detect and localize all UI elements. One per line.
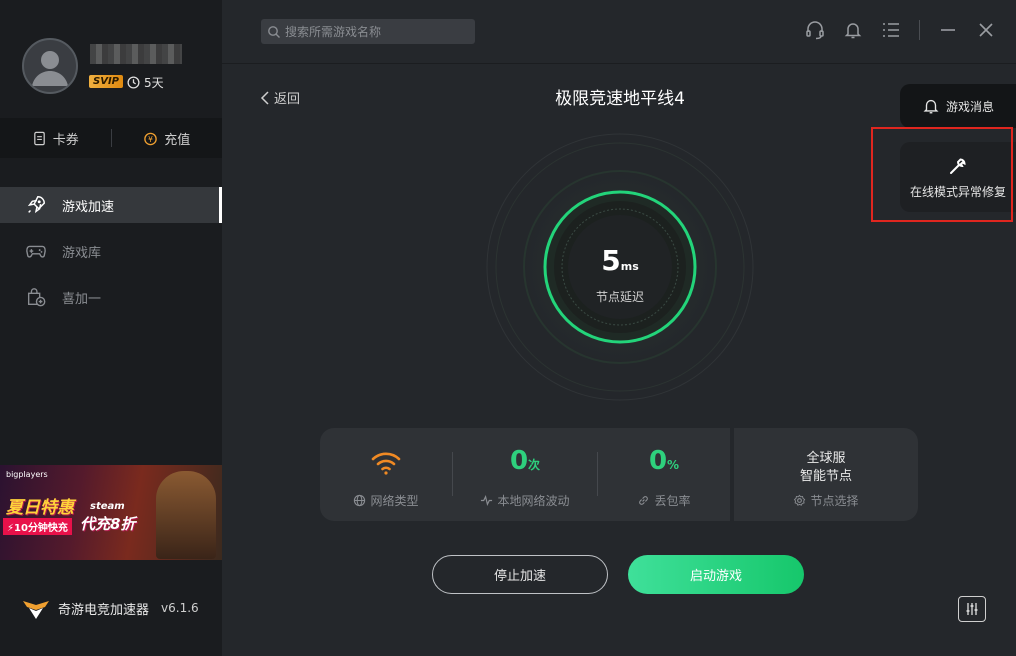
sidebar-item-label: 喜加一 [62, 291, 102, 307]
stat-fluctuation: 0次 本地网络波动 [453, 428, 597, 521]
game-messages-label: 游戏消息 [945, 99, 994, 114]
rocket-icon [27, 196, 45, 214]
launch-game-button[interactable]: 启动游戏 [628, 555, 804, 594]
coupon-icon [33, 131, 45, 145]
app-brand: 奇游电竞加速器 v6.1.6 [22, 596, 199, 620]
header-divider [222, 63, 1016, 64]
banner-tag: ⚡10分钟快充 [3, 518, 72, 535]
loss-unit: % [667, 458, 680, 472]
settings-gear-icon [794, 494, 806, 506]
search-input[interactable] [285, 24, 465, 39]
link-icon [639, 496, 649, 505]
sidebar-item-label: 游戏加速 [62, 199, 115, 215]
loss-label: 丢包率 [654, 494, 691, 508]
banner-offer: 代充8折 [80, 515, 136, 533]
banner-platform: steam [90, 501, 125, 512]
sidebar: SVIP 5天 卡券 ¥ 充值 游戏加速 游戏库 喜加一 bigplayers [0, 0, 222, 656]
recharge-label: 充值 [164, 132, 191, 148]
gift-bag-icon [27, 288, 46, 307]
game-messages-tab[interactable]: 游戏消息 [900, 84, 1016, 128]
coupon-label: 卡券 [52, 132, 79, 148]
search-box[interactable] [261, 19, 475, 44]
back-button[interactable]: 返回 [260, 88, 300, 107]
wifi-icon [371, 452, 401, 475]
username-redacted [90, 44, 182, 64]
recharge-coin-icon: ¥ [144, 132, 158, 145]
notification-button[interactable] [843, 20, 863, 40]
user-avatar-icon [32, 51, 68, 86]
globe-icon [354, 494, 366, 507]
network-stats-panel: 网络类型 0次 本地网络波动 0% 丢包率 [320, 428, 730, 521]
search-icon [268, 25, 280, 38]
support-button[interactable] [805, 20, 825, 40]
banner-brand: bigplayers [6, 470, 48, 479]
coupon-button[interactable]: 卡券 [0, 129, 111, 148]
banner-headline: 夏日特惠 [6, 498, 74, 518]
bell-icon [923, 99, 939, 114]
svg-text:¥: ¥ [148, 134, 153, 143]
close-icon [979, 23, 993, 37]
stat-node: 全球服 智能节点 节点选择 [734, 428, 918, 521]
menu-button[interactable] [881, 20, 901, 40]
ping-readout: 5ms [560, 244, 680, 277]
avatar[interactable] [22, 38, 78, 94]
app-logo-icon [23, 601, 49, 619]
minimize-button[interactable] [938, 20, 958, 40]
close-button[interactable] [976, 20, 996, 40]
back-label: 返回 [274, 92, 301, 107]
recharge-button[interactable]: ¥ 充值 [112, 129, 223, 148]
window-toolbar [805, 20, 996, 40]
stat-packet-loss: 0% 丢包率 [598, 428, 730, 521]
advanced-settings-button[interactable] [958, 596, 986, 622]
stat-network-type: 网络类型 [320, 428, 452, 521]
loss-value: 0 [648, 446, 668, 476]
list-menu-icon [883, 23, 899, 37]
headset-icon [806, 21, 824, 40]
sidebar-item-game-boost[interactable]: 游戏加速 [0, 187, 222, 223]
app-version: v6.1.6 [161, 601, 199, 615]
ping-unit: ms [620, 260, 639, 273]
pulse-icon [481, 495, 493, 506]
membership-days: 5天 [127, 74, 164, 91]
promo-banner[interactable]: bigplayers 夏日特惠 steam 代充8折 ⚡10分钟快充 [0, 465, 222, 560]
sidebar-item-game-library[interactable]: 游戏库 [0, 233, 222, 269]
network-type-label: 网络类型 [370, 494, 419, 508]
node-select-panel[interactable]: 全球服 智能节点 节点选择 [734, 428, 918, 521]
svip-badge: SVIP [89, 75, 123, 88]
toolbar-divider [919, 20, 920, 40]
ping-value: 5 [601, 244, 621, 277]
fluctuation-label: 本地网络波动 [497, 494, 570, 508]
quick-bar: 卡券 ¥ 充值 [0, 118, 222, 158]
sidebar-nav: 游戏加速 游戏库 喜加一 [0, 187, 222, 325]
banner-character-image [156, 471, 216, 559]
sidebar-item-label: 游戏库 [62, 245, 102, 261]
ping-label: 节点延迟 [595, 290, 644, 304]
chevron-left-icon [260, 90, 269, 105]
days-label: 5天 [144, 76, 164, 90]
fluctuation-unit: 次 [528, 458, 541, 472]
server-node: 智能节点 [799, 469, 852, 484]
page-title: 极限竞速地平线4 [555, 89, 685, 109]
gamepad-icon [26, 245, 46, 258]
bell-icon [844, 23, 862, 39]
fluctuation-value: 0 [509, 446, 529, 476]
stop-boost-button[interactable]: 停止加速 [432, 555, 608, 594]
node-select-label: 节点选择 [810, 494, 859, 508]
highlight-box [871, 127, 1013, 222]
clock-icon [127, 76, 140, 89]
server-region: 全球服 [806, 451, 846, 466]
app-name: 奇游电竞加速器 [58, 602, 150, 618]
minimize-icon [941, 29, 955, 31]
sidebar-item-free-games[interactable]: 喜加一 [0, 279, 222, 315]
sliders-icon [966, 603, 978, 615]
